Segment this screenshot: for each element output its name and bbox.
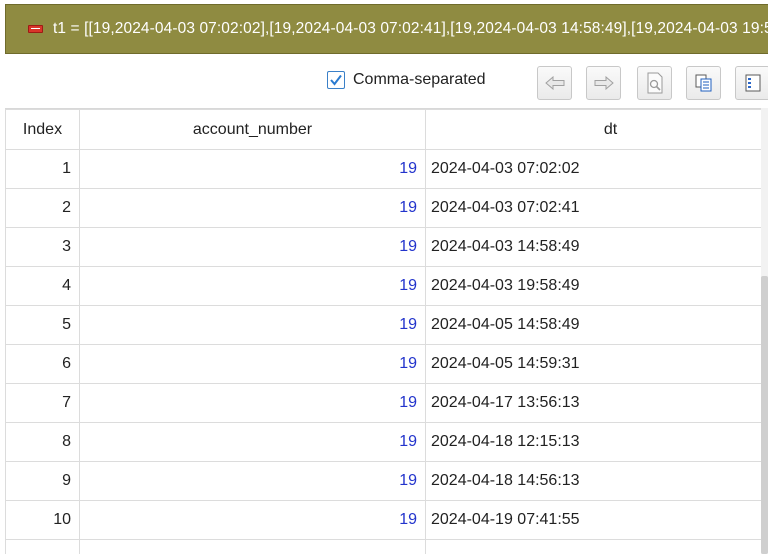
copy-button[interactable] <box>686 66 721 100</box>
cell-index[interactable]: 8 <box>5 422 80 462</box>
title-bar[interactable]: t1 = [[19,2024-04-03 07:02:02],[19,2024-… <box>5 4 768 54</box>
cell-account-number[interactable]: 19 <box>79 383 426 423</box>
cell-index[interactable]: 1 <box>5 149 80 189</box>
table-row[interactable]: 8 19 2024-04-18 12:15:13 <box>5 422 761 462</box>
cell-dt[interactable]: 2024-04-05 14:58:49 <box>425 305 761 345</box>
cell-dt[interactable] <box>425 539 761 554</box>
cell-index[interactable]: 3 <box>5 227 80 267</box>
window-title: t1 = [[19,2024-04-03 07:02:02],[19,2024-… <box>53 20 768 37</box>
cell-dt[interactable]: 2024-04-03 07:02:02 <box>425 149 761 189</box>
list-view-button[interactable] <box>735 66 768 100</box>
cell-index[interactable] <box>5 539 80 554</box>
forward-button[interactable] <box>586 66 621 100</box>
table-header-row: Index account_number dt <box>5 109 761 150</box>
minus-icon[interactable] <box>28 25 43 33</box>
column-header-index[interactable]: Index <box>5 109 80 150</box>
comma-separated-checkbox[interactable] <box>327 71 345 89</box>
table-row[interactable]: 6 19 2024-04-05 14:59:31 <box>5 344 761 384</box>
variable-viewer: t1 = [[19,2024-04-03 07:02:02],[19,2024-… <box>0 0 768 554</box>
table-row[interactable]: 7 19 2024-04-17 13:56:13 <box>5 383 761 423</box>
scrollbar-thumb[interactable] <box>761 276 768 554</box>
cell-index[interactable]: 10 <box>5 500 80 540</box>
comma-separated-option[interactable]: Comma-separated <box>327 69 486 91</box>
cell-index[interactable]: 9 <box>5 461 80 501</box>
cell-account-number[interactable]: 19 <box>79 344 426 384</box>
cell-dt[interactable]: 2024-04-03 14:58:49 <box>425 227 761 267</box>
cell-account-number[interactable]: 19 <box>79 500 426 540</box>
cell-index[interactable]: 4 <box>5 266 80 306</box>
table-row[interactable]: 3 19 2024-04-03 14:58:49 <box>5 227 761 267</box>
back-button[interactable] <box>537 66 572 100</box>
table-row[interactable]: 9 19 2024-04-18 14:56:13 <box>5 461 761 501</box>
copy-icon <box>695 74 711 92</box>
cell-account-number[interactable]: 19 <box>79 461 426 501</box>
arrow-right-icon <box>594 76 614 90</box>
cell-dt[interactable]: 2024-04-03 19:58:49 <box>425 266 761 306</box>
cell-index[interactable]: 7 <box>5 383 80 423</box>
cell-dt[interactable]: 2024-04-17 13:56:13 <box>425 383 761 423</box>
column-header-account-number[interactable]: account_number <box>79 109 426 150</box>
comma-separated-label: Comma-separated <box>353 71 486 88</box>
cell-account-number[interactable]: 19 <box>79 227 426 267</box>
cell-account-number[interactable]: 19 <box>79 149 426 189</box>
cell-index[interactable]: 2 <box>5 188 80 228</box>
vertical-scrollbar[interactable] <box>761 108 768 554</box>
cell-dt[interactable]: 2024-04-18 12:15:13 <box>425 422 761 462</box>
preview-button[interactable] <box>637 66 672 100</box>
table-row[interactable]: 10 19 2024-04-19 07:41:55 <box>5 500 761 540</box>
table-row[interactable]: 5 19 2024-04-05 14:58:49 <box>5 305 761 345</box>
checkmark-icon <box>330 74 342 86</box>
cell-account-number[interactable]: 19 <box>79 188 426 228</box>
cell-dt[interactable]: 2024-04-19 07:41:55 <box>425 500 761 540</box>
cell-account-number[interactable]: 19 <box>79 305 426 345</box>
cell-dt[interactable]: 2024-04-03 07:02:41 <box>425 188 761 228</box>
table-row[interactable]: 2 19 2024-04-03 07:02:41 <box>5 188 761 228</box>
cell-account-number[interactable] <box>79 539 426 554</box>
preview-icon <box>647 72 662 94</box>
toolbar: Comma-separated <box>5 54 768 108</box>
cell-account-number[interactable]: 19 <box>79 266 426 306</box>
list-icon <box>745 74 760 92</box>
cell-index[interactable]: 6 <box>5 344 80 384</box>
data-table: Index account_number dt 1 19 2024-04-03 07… <box>5 108 761 554</box>
table-body: 1 19 2024-04-03 07:02:02 2 19 2024-04-03 07:0… <box>5 149 761 554</box>
table-row[interactable]: 4 19 2024-04-03 19:58:49 <box>5 266 761 306</box>
cell-dt[interactable]: 2024-04-05 14:59:31 <box>425 344 761 384</box>
cell-dt[interactable]: 2024-04-18 14:56:13 <box>425 461 761 501</box>
cell-index[interactable]: 5 <box>5 305 80 345</box>
cell-account-number[interactable]: 19 <box>79 422 426 462</box>
table-row[interactable]: 1 19 2024-04-03 07:02:02 <box>5 149 761 189</box>
table-row[interactable] <box>5 539 761 554</box>
column-header-dt[interactable]: dt <box>425 109 761 150</box>
arrow-left-icon <box>544 76 564 90</box>
